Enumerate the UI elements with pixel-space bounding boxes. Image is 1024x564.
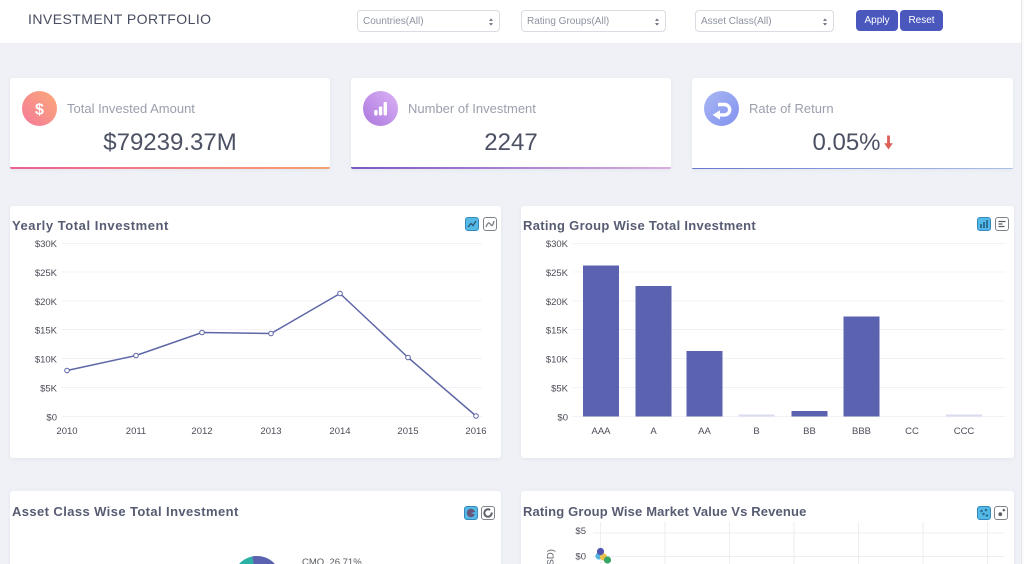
svg-text:$15K: $15K [35,326,58,337]
svg-text:$30K: $30K [35,239,58,250]
svg-text:$10K: $10K [546,355,569,366]
svg-text:$5: $5 [575,526,586,537]
svg-text:2015: 2015 [397,426,418,437]
svg-text:$0: $0 [557,413,568,424]
svg-text:B: B [753,426,759,437]
svg-text:$5K: $5K [40,384,58,395]
svg-text:(USD): (USD) [545,549,556,564]
svg-text:CCC: CCC [954,426,975,437]
svg-text:$15K: $15K [546,326,569,337]
svg-text:$10K: $10K [35,355,58,366]
svg-text:2012: 2012 [191,426,212,437]
svg-text:$5K: $5K [551,384,569,395]
svg-text:BBB: BBB [852,426,871,437]
svg-text:CC: CC [905,426,919,437]
svg-text:BB: BB [803,426,816,437]
svg-text:$25K: $25K [35,268,58,279]
svg-text:A: A [650,426,657,437]
svg-text:AAA: AAA [591,426,611,437]
svg-text:$0: $0 [575,552,586,563]
svg-text:2016: 2016 [465,426,486,437]
svg-text:2011: 2011 [126,426,146,437]
svg-text:2014: 2014 [329,426,350,437]
svg-text:CMO, 26.71%: CMO, 26.71% [302,557,362,564]
svg-text:2010: 2010 [56,426,77,437]
svg-text:$25K: $25K [546,268,569,279]
svg-text:$30K: $30K [546,239,569,250]
svg-text:$20K: $20K [35,297,58,308]
svg-text:$: $ [35,102,44,119]
svg-text:$0: $0 [46,413,57,424]
svg-text:$20K: $20K [546,297,569,308]
svg-text:2013: 2013 [260,426,281,437]
svg-text:AA: AA [698,426,711,437]
